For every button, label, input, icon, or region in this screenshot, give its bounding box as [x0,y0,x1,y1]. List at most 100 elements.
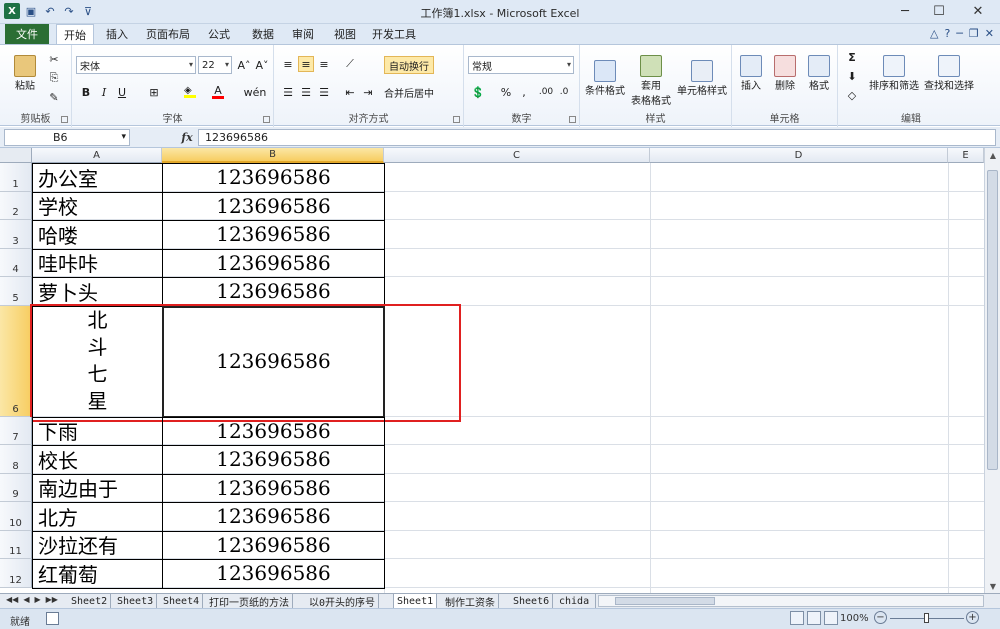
cell-a[interactable]: 红葡萄 [33,559,162,588]
tab-file[interactable]: 文件 [5,24,49,44]
column-header-e[interactable]: E [948,148,984,163]
format-as-table-button[interactable]: 套用 表格格式 [628,49,674,113]
percent-button[interactable]: % [498,84,514,100]
column-header-d[interactable]: D [650,148,948,163]
insert-cells-button[interactable]: 插入 [734,49,768,97]
increase-indent-icon[interactable]: ⇥ [360,84,376,100]
fill-color-icon[interactable]: ◈ [182,84,198,100]
clipboard-launcher-icon[interactable] [61,116,68,123]
tab-insert[interactable]: 插入 [98,24,136,44]
tab-review[interactable]: 审阅 [284,24,322,44]
zoom-level[interactable]: 100% [840,613,869,624]
align-center-icon[interactable]: ☰ [298,84,314,100]
page-layout-view-icon[interactable] [807,611,821,625]
collapse-ribbon-icon[interactable]: △ [930,27,938,40]
prev-sheet-icon[interactable]: ◀ [23,595,29,604]
cell-b[interactable]: 123696586 [163,192,384,221]
column-header-c[interactable]: C [384,148,650,163]
row-header[interactable]: 12 [0,559,32,588]
font-name-combo[interactable]: 宋体 ▾ [76,56,196,74]
zoom-out-button[interactable]: − [874,611,887,624]
worksheet-grid[interactable]: A B C D E 1 办公室 123696586 2 学校 123696586 3 哈喽 12… [0,148,984,593]
align-right-icon[interactable]: ☰ [316,84,332,100]
copy-icon[interactable]: ⎘ [46,70,62,86]
cell-a[interactable]: 北斗七星 [33,306,162,417]
find-select-button[interactable]: 查找和选择 [922,49,976,97]
increase-decimal-button[interactable]: .00 [538,84,554,100]
orientation-icon[interactable]: ⟋ [342,56,358,72]
row-header[interactable]: 5 [0,277,32,306]
cell-a[interactable]: 哇咔咔 [33,249,162,278]
align-middle-icon[interactable]: ≡ [298,56,314,72]
cell-a[interactable]: 办公室 [33,163,162,192]
cell-b[interactable]: 123696586 [163,306,384,417]
row-header[interactable]: 10 [0,502,32,531]
tab-page-layout[interactable]: 页面布局 [142,24,194,44]
macro-record-icon[interactable] [46,612,59,625]
formula-input[interactable]: 123696586 [198,129,996,146]
align-bottom-icon[interactable]: ≡ [316,56,332,72]
cell-b[interactable]: 123696586 [163,502,384,531]
sort-filter-button[interactable]: 排序和筛选 [868,49,920,97]
workbook-close-icon[interactable]: ✕ [985,27,994,40]
row-header[interactable]: 7 [0,416,32,445]
sheet-tab-zero-prefix[interactable]: 以0开头的序号 [306,594,380,609]
tab-formulas[interactable]: 公式 [200,24,238,44]
bold-button[interactable]: B [78,84,94,100]
phonetic-button[interactable]: wén [244,84,267,100]
minimize-button[interactable]: ─ [888,0,922,22]
cell-a[interactable]: 萝卜头 [33,277,162,306]
cell-b[interactable]: 123696586 [163,417,384,446]
row-header[interactable]: 6 [0,305,32,417]
sheet-tab-sheet1[interactable]: Sheet1 [393,594,438,608]
tab-home[interactable]: 开始 [56,24,94,45]
sheet-tab-payroll[interactable]: 制作工资条 [442,594,499,609]
cell-b[interactable]: 123696586 [163,474,384,503]
alignment-launcher-icon[interactable] [453,116,460,123]
shrink-font-button[interactable]: A˅ [254,57,270,73]
column-header-a[interactable]: A [32,148,162,163]
cut-icon[interactable]: ✂ [46,51,62,67]
underline-button[interactable]: U [114,84,130,100]
align-top-icon[interactable]: ≡ [280,56,296,72]
cell-a[interactable]: 哈喽 [33,220,162,249]
borders-icon[interactable]: ⊞ [146,84,162,100]
help-icon[interactable]: ? [944,27,950,40]
scroll-up-icon[interactable]: ▲ [985,148,1000,162]
zoom-slider-thumb[interactable] [924,613,929,623]
number-launcher-icon[interactable] [569,116,576,123]
cell-a[interactable]: 校长 [33,445,162,474]
zoom-in-button[interactable]: + [966,611,979,624]
tab-developer[interactable]: 开发工具 [368,24,420,44]
row-header[interactable]: 9 [0,473,32,502]
delete-cells-button[interactable]: 删除 [768,49,802,97]
cell-a[interactable]: 学校 [33,192,162,221]
next-sheet-icon[interactable]: ▶ [34,595,40,604]
wrap-text-button[interactable]: 自动换行 [384,56,434,74]
tab-data[interactable]: 数据 [244,24,282,44]
italic-button[interactable]: I [96,84,112,100]
merge-center-button[interactable]: 合并后居中 [384,84,434,100]
page-break-view-icon[interactable] [824,611,838,625]
clear-icon[interactable]: ◇ [844,87,860,103]
font-launcher-icon[interactable] [263,116,270,123]
decrease-decimal-button[interactable]: .0 [556,84,572,100]
vertical-scrollbar[interactable]: ▲ ▼ [984,148,1000,593]
format-painter-icon[interactable]: ✎ [46,89,62,105]
align-left-icon[interactable]: ☰ [280,84,296,100]
cell-b[interactable]: 123696586 [163,531,384,560]
cell-styles-button[interactable]: 单元格样式 [674,49,730,107]
workbook-restore-icon[interactable]: ❐ [969,27,979,40]
font-color-icon[interactable]: A [210,84,226,100]
row-header[interactable]: 2 [0,191,32,220]
fill-icon[interactable]: ⬇ [844,68,860,84]
grow-font-button[interactable]: A˄ [236,57,252,73]
normal-view-icon[interactable] [790,611,804,625]
cell-b[interactable]: 123696586 [163,220,384,249]
column-header-b[interactable]: B [162,148,384,163]
accounting-format-icon[interactable]: 💲 [470,84,486,100]
horizontal-scrollbar[interactable] [598,595,984,607]
workbook-minimize-icon[interactable]: ─ [956,27,963,40]
cell-b[interactable]: 123696586 [163,163,384,192]
first-sheet-icon[interactable]: ◀◀ [6,595,18,604]
